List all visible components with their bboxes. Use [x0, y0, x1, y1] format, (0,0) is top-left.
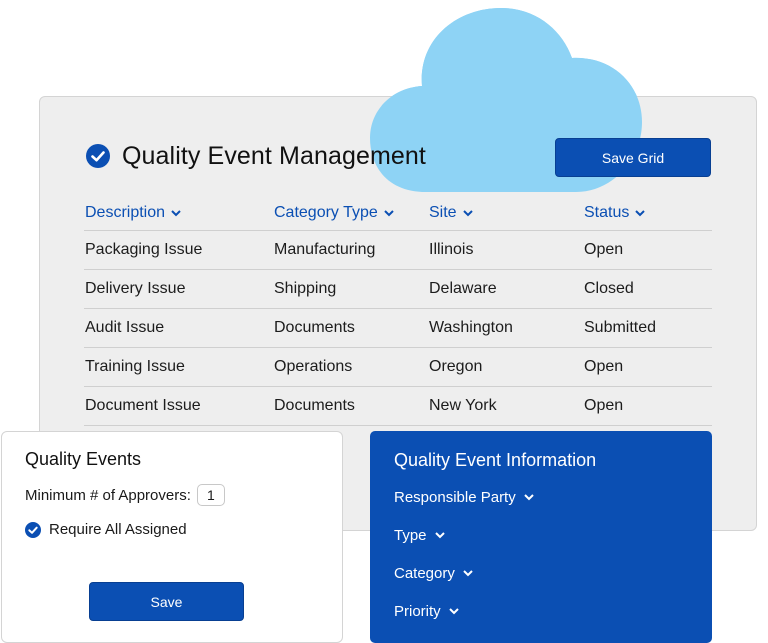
require-all-checkbox[interactable]: Require All Assigned: [25, 521, 187, 538]
cell-description: Delivery Issue: [85, 280, 186, 297]
table-header: Description Category Type Site Status: [84, 196, 712, 231]
column-header-description[interactable]: Description: [85, 204, 181, 222]
cell-category: Documents: [274, 319, 355, 336]
event-info-title: Quality Event Information: [394, 450, 597, 470]
chevron-down-icon: [462, 209, 473, 216]
page-header: Quality Event Management: [86, 140, 426, 172]
cell-description: Training Issue: [85, 358, 185, 375]
dropdown-label: Category: [394, 565, 455, 582]
require-all-label: Require All Assigned: [49, 521, 187, 538]
cell-category: Manufacturing: [274, 241, 376, 258]
table-row[interactable]: Training Issue Operations Oregon Open: [84, 348, 712, 387]
cell-status: Submitted: [584, 319, 657, 336]
cell-description: Audit Issue: [85, 319, 165, 336]
dropdown-category[interactable]: Category: [394, 565, 473, 582]
column-label: Description: [85, 204, 166, 221]
check-circle-icon: [25, 521, 41, 538]
event-info-panel: Quality Event Information Responsible Pa…: [370, 431, 712, 643]
column-label: Site: [429, 204, 457, 221]
table-row[interactable]: Delivery Issue Shipping Delaware Closed: [84, 270, 712, 309]
cell-category: Documents: [274, 397, 355, 414]
approvers-label: Minimum # of Approvers:: [25, 486, 191, 504]
cell-description: Packaging Issue: [85, 241, 203, 258]
column-label: Category Type: [274, 204, 378, 221]
chevron-down-icon: [171, 209, 181, 216]
table-row[interactable]: Document Issue Documents New York Open: [84, 387, 712, 426]
table-row[interactable]: Audit Issue Documents Washington Submitt…: [84, 309, 712, 348]
column-header-site[interactable]: Site: [429, 204, 473, 222]
dropdown-label: Type: [394, 527, 427, 544]
cell-status: Open: [584, 358, 624, 375]
chevron-down-icon: [635, 209, 646, 216]
dropdown-responsible-party[interactable]: Responsible Party: [394, 489, 534, 506]
quality-events-card: Quality Events Minimum # of Approvers: 1…: [1, 431, 343, 643]
chevron-down-icon: [524, 494, 534, 501]
cell-site: Oregon: [429, 358, 483, 375]
chevron-down-icon: [463, 570, 473, 577]
cell-site: Delaware: [429, 280, 497, 297]
cell-description: Document Issue: [85, 397, 201, 414]
dropdown-priority[interactable]: Priority: [394, 603, 459, 620]
quality-events-title: Quality Events: [25, 449, 142, 469]
column-label: Status: [584, 204, 630, 221]
approvers-input[interactable]: 1: [196, 484, 225, 506]
dropdown-type[interactable]: Type: [394, 527, 445, 544]
dropdown-label: Responsible Party: [394, 489, 516, 506]
check-circle-icon: [86, 144, 110, 168]
save-button[interactable]: Save: [89, 582, 244, 621]
cell-category: Operations: [274, 358, 353, 375]
chevron-down-icon: [448, 608, 459, 615]
cell-status: Open: [584, 397, 624, 414]
cell-category: Shipping: [274, 280, 337, 297]
cell-status: Open: [584, 241, 624, 258]
cell-status: Closed: [584, 280, 634, 297]
chevron-down-icon: [434, 532, 445, 539]
cell-site: Washington: [429, 319, 513, 336]
cell-site: New York: [429, 397, 497, 414]
page-title: Quality Event Management: [122, 141, 426, 170]
column-header-category-type[interactable]: Category Type: [274, 204, 394, 222]
events-table: Description Category Type Site Status Pa…: [84, 196, 712, 426]
approvers-row: Minimum # of Approvers: 1: [25, 484, 225, 506]
save-grid-button[interactable]: Save Grid: [555, 138, 711, 177]
table-row[interactable]: Packaging Issue Manufacturing Illinois O…: [84, 231, 712, 270]
cell-site: Illinois: [429, 241, 474, 258]
chevron-down-icon: [384, 209, 394, 216]
dropdown-label: Priority: [394, 603, 441, 620]
column-header-status[interactable]: Status: [584, 204, 646, 222]
